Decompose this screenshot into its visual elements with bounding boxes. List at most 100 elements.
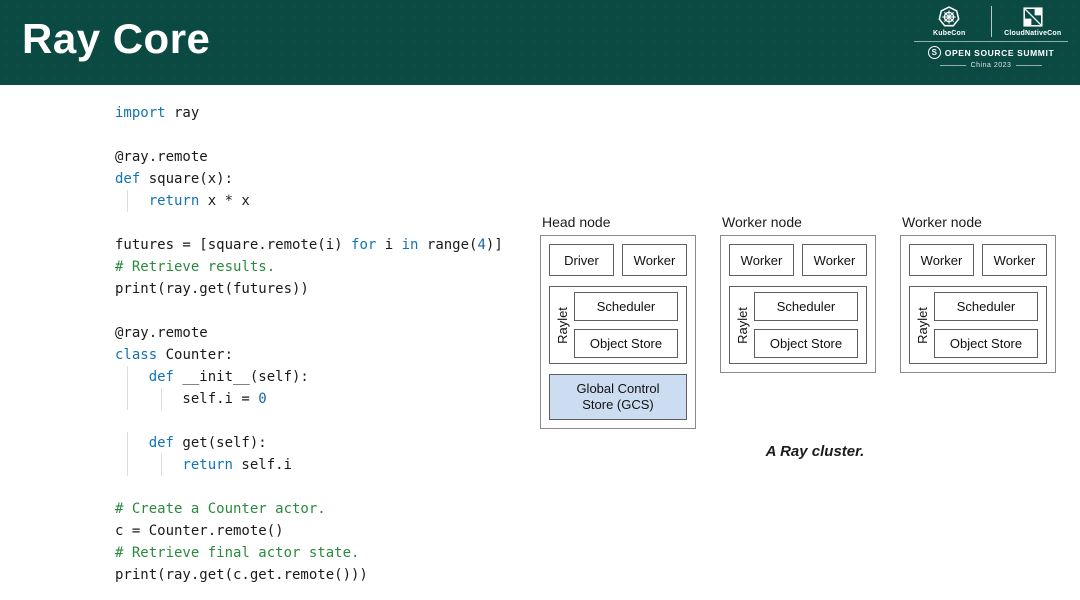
- cluster-node: Worker nodeWorkerWorkerRayletSchedulerOb…: [720, 214, 876, 429]
- edition-line-left: [940, 65, 966, 66]
- raylet-label-text: Raylet: [915, 307, 930, 344]
- kubecon-icon: [938, 6, 960, 28]
- code-token: for: [351, 237, 376, 253]
- code-token: @ray.remote: [115, 325, 208, 341]
- code-line: return self.i: [115, 454, 503, 476]
- code-token: 4: [477, 237, 485, 253]
- code-token: )]: [486, 237, 503, 253]
- indent-guide: [149, 454, 183, 476]
- indent-guide: [115, 432, 149, 454]
- component-box: Object Store: [574, 329, 678, 358]
- oss-icon: S: [928, 46, 941, 59]
- node-label: Head node: [542, 214, 696, 230]
- python-code-block: import ray @ray.remotedef square(x):retu…: [115, 102, 503, 586]
- code-line: def get(self):: [115, 432, 503, 454]
- raylet-label: Raylet: [910, 287, 934, 363]
- gcs-box: Global ControlStore (GCS): [549, 374, 687, 420]
- code-token: square(x):: [140, 171, 233, 187]
- code-token: self.i: [233, 457, 292, 473]
- cloudnativecon-icon: [1022, 6, 1044, 28]
- code-token: class: [115, 347, 157, 363]
- code-token: ray: [166, 105, 200, 121]
- code-line: def square(x):: [115, 168, 503, 190]
- process-row: DriverWorker: [549, 244, 687, 276]
- edition-row: China 2023: [914, 62, 1068, 69]
- ray-cluster-diagram: Head nodeDriverWorkerRayletSchedulerObje…: [540, 214, 1056, 429]
- cloudnativecon-label: CloudNativeCon: [1004, 30, 1061, 37]
- cloudnativecon-logo: CloudNativeCon: [998, 6, 1069, 37]
- component-box: Scheduler: [574, 292, 678, 321]
- code-line: # Retrieve final actor state.: [115, 542, 503, 564]
- component-box: Scheduler: [754, 292, 858, 321]
- raylet-components: Scheduler Object Store: [574, 287, 686, 363]
- node-box: DriverWorker Raylet Scheduler Object Store G…: [540, 235, 696, 429]
- code-line: import ray: [115, 102, 503, 124]
- open-source-summit-logo: S OPEN SOURCE SUMMIT: [914, 41, 1068, 59]
- process-box: Worker: [909, 244, 974, 276]
- raylet-box: Raylet Scheduler Object Store: [729, 286, 867, 364]
- code-token: x * x: [199, 193, 250, 209]
- code-token: futures = [square.remote(i): [115, 237, 351, 253]
- code-token: # Retrieve results.: [115, 259, 275, 275]
- indent-guide: [115, 190, 149, 212]
- code-line: futures = [square.remote(i) for i in ran…: [115, 234, 503, 256]
- slide-title: Ray Core: [22, 15, 210, 63]
- code-line: # Create a Counter actor.: [115, 498, 503, 520]
- indent-guide: [115, 454, 149, 476]
- raylet-box: Raylet Scheduler Object Store: [549, 286, 687, 364]
- component-box: Object Store: [934, 329, 1038, 358]
- code-line: print(ray.get(futures)): [115, 278, 503, 300]
- edition-label: China 2023: [971, 62, 1012, 69]
- raylet-components: Scheduler Object Store: [934, 287, 1046, 363]
- process-box: Worker: [802, 244, 867, 276]
- code-line: [115, 410, 503, 432]
- process-box: Worker: [982, 244, 1047, 276]
- code-token: def: [149, 435, 174, 451]
- indent-guide: [115, 366, 149, 388]
- code-token: Counter:: [157, 347, 233, 363]
- node-label: Worker node: [902, 214, 1056, 230]
- code-line: [115, 212, 503, 234]
- process-row: WorkerWorker: [729, 244, 867, 276]
- code-line: [115, 300, 503, 322]
- node-box: WorkerWorker Raylet Scheduler Object Store: [720, 235, 876, 373]
- code-token: in: [402, 237, 419, 253]
- process-box: Worker: [729, 244, 794, 276]
- code-line: return x * x: [115, 190, 503, 212]
- code-token: import: [115, 105, 166, 121]
- code-token: return: [149, 193, 200, 209]
- code-token: def: [115, 171, 140, 187]
- code-token: return: [182, 457, 233, 473]
- code-line: [115, 476, 503, 498]
- raylet-label: Raylet: [730, 287, 754, 363]
- code-token: c = Counter.remote(): [115, 523, 284, 539]
- indent-guide: [115, 388, 149, 410]
- summit-label: OPEN SOURCE SUMMIT: [945, 48, 1055, 58]
- raylet-label: Raylet: [550, 287, 574, 363]
- logo-row: KubeCon CloudNativeCon: [914, 6, 1068, 37]
- code-token: print(ray.get(futures)): [115, 281, 309, 297]
- code-token: # Retrieve final actor state.: [115, 545, 359, 561]
- code-line: # Retrieve results.: [115, 256, 503, 278]
- component-box: Object Store: [754, 329, 858, 358]
- indent-guide: [149, 388, 183, 410]
- code-token: print(ray.get(c.get.remote())): [115, 567, 368, 583]
- raylet-box: Raylet Scheduler Object Store: [909, 286, 1047, 364]
- logo-divider: [991, 6, 992, 37]
- code-line: def __init__(self):: [115, 366, 503, 388]
- raylet-label-text: Raylet: [555, 307, 570, 344]
- process-box: Driver: [549, 244, 614, 276]
- process-row: WorkerWorker: [909, 244, 1047, 276]
- component-box: Scheduler: [934, 292, 1038, 321]
- code-token: # Create a Counter actor.: [115, 501, 326, 517]
- raylet-label-text: Raylet: [735, 307, 750, 344]
- edition-line-right: [1016, 65, 1042, 66]
- code-line: @ray.remote: [115, 146, 503, 168]
- code-token: i: [376, 237, 401, 253]
- cluster-node: Head node DriverWorker Raylet Scheduler Obje…: [540, 214, 696, 429]
- code-token: range(: [418, 237, 477, 253]
- code-token: get(self):: [174, 435, 267, 451]
- conference-logo-block: KubeCon CloudNativeCon S OPEN SOURCE SUM…: [914, 6, 1068, 69]
- code-line: self.i = 0: [115, 388, 503, 410]
- code-token: @ray.remote: [115, 149, 208, 165]
